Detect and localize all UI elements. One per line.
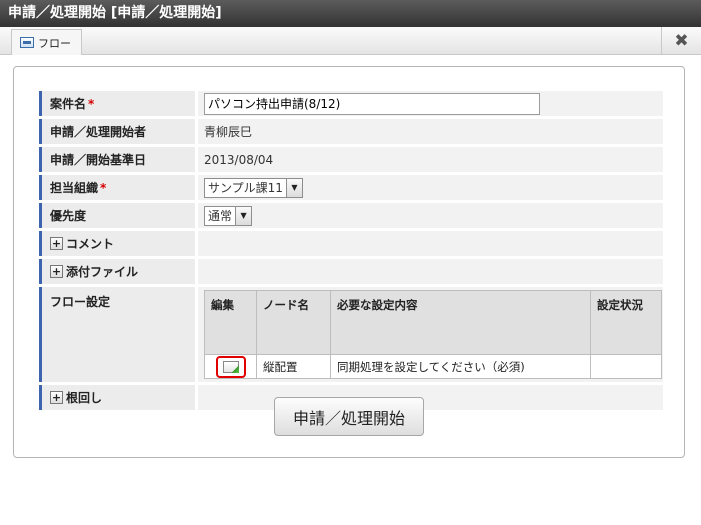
negotiation-toggle-cell: + 根回し <box>39 385 195 410</box>
plus-icon: + <box>50 391 63 404</box>
window-icon <box>20 37 34 48</box>
edit-cell <box>204 354 257 379</box>
column-header: 必要な設定内容 <box>330 290 591 355</box>
org-select-value: サンプル課11 <box>208 181 283 195</box>
row-org: 担当組織 * サンプル課11 ▼ <box>39 175 663 200</box>
org-select[interactable]: サンプル課11 ▼ <box>204 177 303 198</box>
plus-icon: + <box>50 237 63 250</box>
edit-button[interactable] <box>215 355 246 378</box>
column-header: ノード名 <box>256 290 331 355</box>
required-setting-cell: 同期処理を設定してください（必須) <box>330 354 591 379</box>
comment-toggle-cell: + コメント <box>39 231 195 256</box>
required-mark: * <box>100 181 107 195</box>
chevron-down-icon: ▼ <box>285 178 302 197</box>
negotiation-label: 根回し <box>66 391 103 405</box>
base-date-label: 申請／開始基準日 <box>39 147 195 172</box>
case-name-label: 案件名 * <box>39 91 195 116</box>
setting-status-cell <box>590 354 662 379</box>
flow-header-row: 編集 ノード名 必要な設定内容 設定状況 <box>204 290 662 355</box>
row-attachment: + 添付ファイル <box>39 259 663 284</box>
row-applicant: 申請／処理開始者 青柳辰巳 <box>39 119 663 144</box>
table-row: 縦配置 同期処理を設定してください（必須) <box>204 354 662 379</box>
priority-label: 優先度 <box>39 203 195 228</box>
submit-button[interactable]: 申請／処理開始 <box>274 397 424 436</box>
column-header: 編集 <box>204 290 257 355</box>
attachment-expander[interactable]: + 添付ファイル <box>50 263 138 280</box>
node-name-cell: 縦配置 <box>256 354 331 379</box>
flow-settings-table: 編集 ノード名 必要な設定内容 設定状況 縦配置 同期処理を設定してください（必… <box>204 290 662 379</box>
attachment-value <box>195 259 663 284</box>
tab-bar: フロー ✖ <box>0 27 701 55</box>
row-base-date: 申請／開始基準日 2013/08/04 <box>39 147 663 172</box>
attachment-label: 添付ファイル <box>66 265 139 279</box>
form-table: 案件名* 申請／処理開始者 青柳辰巳 申請／開始基準日 2013/08/04 担… <box>39 88 663 413</box>
chevron-down-icon: ▼ <box>235 206 252 225</box>
row-flow-settings: フロー設定 編集 ノード名 必要な設定内容 設定状況 縦配置 同期処理を設定して… <box>39 287 663 382</box>
comment-expander[interactable]: + コメント <box>50 235 114 252</box>
row-comment: + コメント <box>39 231 663 256</box>
priority-select[interactable]: 通常 ▼ <box>204 205 253 226</box>
negotiation-expander[interactable]: + 根回し <box>50 389 102 406</box>
applicant-value: 青柳辰巳 <box>195 119 663 144</box>
tab-flow-label: フロー <box>38 36 71 50</box>
case-name-input[interactable] <box>204 92 540 115</box>
tab-flow[interactable]: フロー <box>11 29 82 55</box>
comment-label: コメント <box>66 237 115 251</box>
attachment-toggle-cell: + 添付ファイル <box>39 259 195 284</box>
comment-value <box>195 231 663 256</box>
priority-select-value: 通常 <box>208 209 233 223</box>
required-mark: * <box>88 97 95 111</box>
row-case-name: 案件名 * <box>39 91 663 116</box>
applicant-label: 申請／処理開始者 <box>39 119 195 144</box>
window-title: 申請／処理開始 [申請／処理開始] <box>0 0 701 27</box>
negotiation-value <box>195 385 663 410</box>
row-priority: 優先度 通常 ▼ <box>39 203 663 228</box>
flow-settings-label: フロー設定 <box>39 287 195 382</box>
close-icon: ✖ <box>674 30 689 51</box>
base-date-value: 2013/08/04 <box>195 147 663 172</box>
close-button[interactable]: ✖ <box>661 27 701 54</box>
column-header: 設定状況 <box>590 290 662 355</box>
edit-icon <box>222 360 239 373</box>
plus-icon: + <box>50 265 63 278</box>
org-label: 担当組織 * <box>39 175 195 200</box>
